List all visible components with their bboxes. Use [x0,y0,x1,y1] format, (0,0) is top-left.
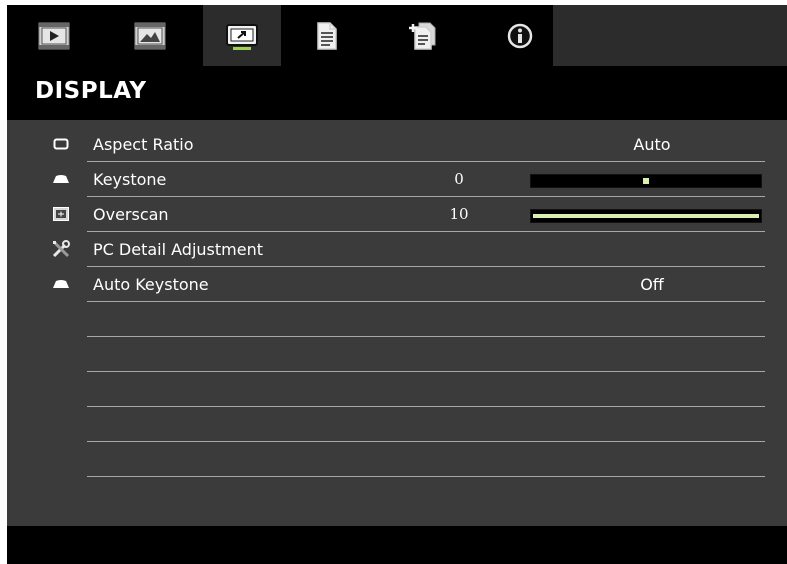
empty-row [7,302,787,337]
play-screen-icon [38,22,70,49]
page-title: DISPLAY [35,78,147,104]
menu-item-label: PC Detail Adjustment [93,240,263,259]
osd-menu: DISPLAY Aspect Ratio Auto Keystone 0 Ove… [7,5,787,564]
aspect-ratio-value: Auto [633,135,671,154]
empty-row [7,337,787,372]
menu-item-overscan[interactable]: Overscan 10 [7,197,787,232]
keystone-icon [51,170,71,188]
info-icon [507,23,533,48]
empty-row [7,407,787,442]
keystone-icon [51,275,71,293]
tab-info[interactable] [491,5,549,66]
status-bar [7,526,787,564]
tools-icon [51,240,71,258]
keystone-value: 0 [454,170,464,188]
menu-item-label: Auto Keystone [93,275,209,294]
auto-keystone-value: Off [640,275,664,294]
tab-bar [7,5,787,69]
document-icon [317,21,337,50]
keystone-slider[interactable] [530,174,762,188]
tab-display-settings[interactable] [121,5,179,66]
tab-bar-filler [553,5,787,66]
monitor-arrow-icon [226,24,258,50]
slider-fill [533,214,759,218]
tab-setup[interactable] [298,5,356,66]
menu-item-keystone[interactable]: Keystone 0 [7,162,787,197]
menu-item-label: Keystone [93,170,167,189]
overscan-slider[interactable] [530,209,762,223]
overscan-value: 10 [449,205,469,223]
documents-add-icon [409,22,436,50]
tab-options[interactable] [395,5,453,66]
overscan-icon [51,205,71,223]
aspect-ratio-icon [51,135,71,153]
tab-display[interactable] [203,5,281,69]
menu-item-label: Aspect Ratio [93,135,194,154]
slider-knob[interactable] [643,178,649,184]
empty-row [7,372,787,407]
menu-item-auto-keystone[interactable]: Auto Keystone Off [7,267,787,302]
tab-image[interactable] [25,5,83,66]
divider [87,476,765,477]
empty-row [7,442,787,477]
menu-item-pc-detail-adjustment[interactable]: PC Detail Adjustment [7,232,787,267]
menu-item-label: Overscan [93,205,169,224]
menu-item-aspect-ratio[interactable]: Aspect Ratio Auto [7,127,787,162]
picture-frame-icon [134,22,166,49]
title-bar: DISPLAY [7,66,787,120]
